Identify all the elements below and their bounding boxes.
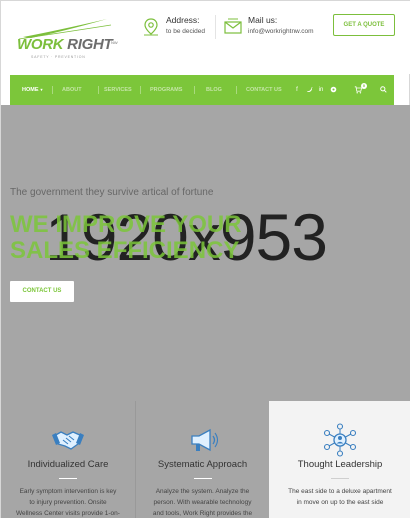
linkedin-icon[interactable]: in (317, 86, 325, 94)
feature-divider (59, 478, 77, 479)
envelope-icon (224, 18, 242, 34)
main-nav: HOME ▾ ABOUT SERVICES PROGRAMS BLOG CONTA… (10, 75, 394, 105)
logo-text: WORK RIGHT (17, 36, 113, 53)
nav-item-contact[interactable]: CONTACT US (246, 75, 282, 105)
feature-card: Systematic Approach Analyze the system. … (136, 401, 269, 518)
cart-count-badge: 0 (361, 83, 367, 89)
feature-title: Thought Leadership (297, 459, 383, 470)
hero-title: WE IMPROVE YOUR SALES EFFICIENCY (10, 212, 242, 264)
pinterest-icon[interactable] (329, 86, 337, 94)
feature-card: Thought Leadership The east side to a de… (269, 401, 410, 518)
nav-separator (140, 86, 141, 94)
feature-text-line: Wellness Center visits provide 1-on- (16, 510, 120, 517)
logo[interactable]: WORK RIGHT NW SAFETY · PREVENTION (15, 17, 119, 61)
nav-separator (98, 86, 99, 94)
mail-block: Mail us: info@workrightnw.com (223, 15, 323, 41)
search-icon[interactable] (379, 86, 387, 94)
feature-card: Individualized Care Early symptom interv… (1, 401, 135, 518)
address-block: Address: to be decided (141, 15, 213, 41)
feature-text-line: Analyze the system. Analyze the (155, 488, 250, 495)
hero-title-line-1: WE IMPROVE YOUR (10, 211, 242, 238)
feature-text-line: person. With wearable technology (153, 499, 252, 506)
logo-tagline: SAFETY · PREVENTION (31, 55, 86, 59)
top-header: WORK RIGHT NW SAFETY · PREVENTION Addres… (1, 1, 410, 74)
nav-separator (52, 86, 53, 94)
feature-title: Systematic Approach (157, 459, 248, 470)
mail-label: Mail us: (248, 15, 278, 25)
feature-text-line: The east side to a deluxe apartment (288, 488, 392, 495)
nav-item-about[interactable]: ABOUT (62, 75, 82, 105)
nav-item-home-label: HOME (22, 87, 39, 93)
nav-item-home[interactable]: HOME ▾ (22, 75, 43, 105)
logo-word-1: WORK (17, 36, 64, 53)
handshake-icon (52, 431, 84, 450)
chevron-down-icon: ▾ (40, 87, 43, 92)
nav-item-blog[interactable]: BLOG (206, 75, 222, 105)
features-section: Individualized Care Early symptom interv… (1, 401, 410, 518)
hero-title-line-2: SALES EFFICIENCY (10, 237, 240, 264)
twitter-icon[interactable] (305, 86, 313, 94)
feature-title: Individualized Care (27, 459, 109, 470)
feature-description: The east side to a deluxe apartment in m… (269, 486, 410, 508)
feature-divider (331, 478, 349, 479)
facebook-icon[interactable]: f (293, 86, 301, 94)
feature-description: Analyze the system. Analyze the person. … (136, 486, 269, 518)
feature-text-line: to injury prevention. Onsite (29, 499, 107, 506)
hero-subtitle: The government they survive artical of f… (10, 187, 214, 198)
network-people-icon (323, 423, 357, 457)
contact-us-button[interactable]: CONTACT US (10, 281, 74, 302)
feature-text-line: Early symptom intervention is key (19, 488, 117, 495)
address-label: Address: (166, 15, 200, 25)
megaphone-icon (190, 428, 218, 452)
feature-text-line: and tools, Work Right provides the (152, 510, 253, 517)
nav-separator (236, 86, 237, 94)
hero-banner: 1920x953 The government they survive art… (1, 105, 410, 401)
nav-item-services[interactable]: SERVICES (104, 75, 132, 105)
feature-description: Early symptom intervention is key to inj… (1, 486, 135, 518)
nav-separator (194, 86, 195, 94)
location-pin-icon (144, 18, 158, 36)
nav-item-programs[interactable]: PROGRAMS (150, 75, 182, 105)
feature-divider (193, 478, 212, 479)
get-quote-button[interactable]: GET A QUOTE (333, 14, 395, 36)
header-divider (215, 15, 216, 39)
feature-text-line: in move on up to the east side (296, 499, 384, 506)
logo-trademark: NW (111, 40, 118, 45)
address-value: to be decided (166, 28, 206, 35)
logo-word-2: RIGHT (67, 36, 113, 53)
mail-value[interactable]: info@workrightnw.com (248, 28, 313, 35)
